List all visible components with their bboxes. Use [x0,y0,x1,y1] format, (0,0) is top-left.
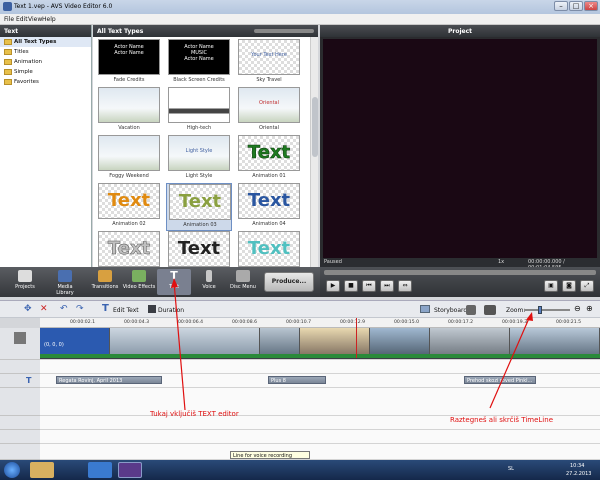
browser-taskbar-icon[interactable] [88,462,112,478]
start-button[interactable] [4,462,20,478]
explorer-taskbar-icon[interactable] [30,462,54,478]
annotation-left: Tukaj vključiš TEXT editor [150,410,239,418]
video-editor-taskbar-icon[interactable] [118,462,142,478]
arrowhead [526,312,533,321]
language-indicator[interactable]: SL [508,466,514,472]
clock-time[interactable]: 10:34 [570,463,584,469]
taskbar: SL 10:34 27.2.2013 [0,460,600,480]
clock-date[interactable]: 27.2.2013 [566,471,591,477]
annotation-arrows [171,278,533,411]
annotation-right: Raztegneš ali skrčiš TimeLine [450,416,553,424]
arrow-to-zoom [489,315,531,409]
tooltip: Line for voice recording [230,451,310,459]
arrowhead [171,278,178,288]
arrow-to-text-button [173,281,186,411]
